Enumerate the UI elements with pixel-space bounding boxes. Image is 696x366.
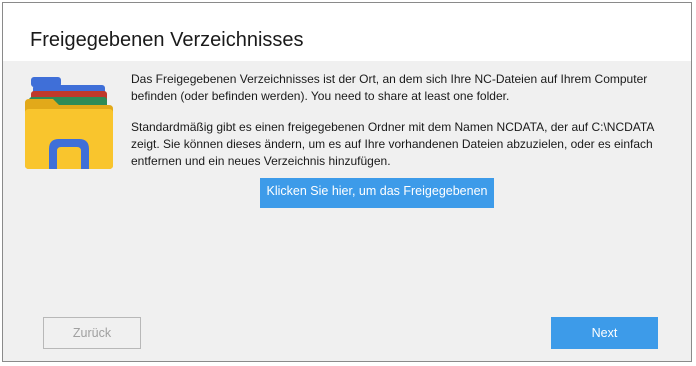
description-text: Das Freigegebenen Verzeichnisses ist der… [131, 71, 661, 184]
folder-icon [25, 77, 113, 169]
setup-dialog: Freigegebenen Verzeichnisses Das Freigeg… [2, 2, 692, 362]
share-folder-button[interactable]: Klicken Sie hier, um das Freigegebenen [260, 178, 494, 208]
page-title: Freigegebenen Verzeichnisses [30, 29, 304, 51]
next-button[interactable]: Next [551, 317, 658, 349]
description-paragraph-1: Das Freigegebenen Verzeichnisses ist der… [131, 72, 648, 103]
dialog-header: Freigegebenen Verzeichnisses [3, 3, 691, 61]
back-button[interactable]: Zurück [43, 317, 141, 349]
description-paragraph-2: Standardmäßig gibt es einen freigegebene… [131, 120, 654, 168]
dialog-content: Das Freigegebenen Verzeichnisses ist der… [3, 61, 691, 361]
